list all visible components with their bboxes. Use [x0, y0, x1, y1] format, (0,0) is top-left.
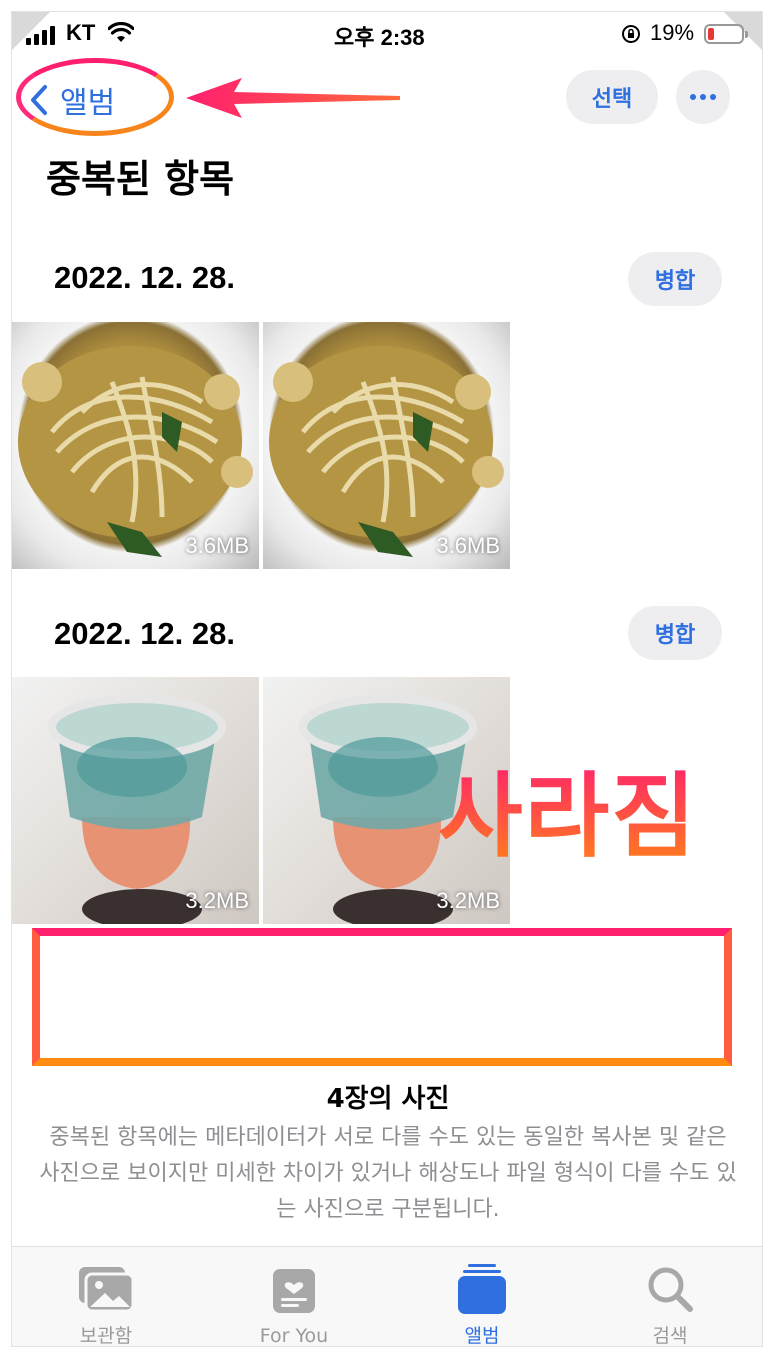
annotation-arrow [186, 78, 400, 118]
cellular-signal-icon [26, 26, 55, 45]
merge-button[interactable]: 병합 [628, 606, 722, 660]
tab-library[interactable]: 보관함 [12, 1247, 200, 1347]
photo-count: 4장의 사진 [326, 1084, 450, 1114]
battery-icon [704, 24, 748, 44]
photo-thumbnail[interactable]: 3.6MB [12, 322, 259, 569]
battery-fill [708, 28, 714, 40]
wifi-icon [108, 22, 134, 42]
phone-screen: KT 오후 2:38 19% 앨범 선택 중복된 항목 2022. 12. 28… [11, 11, 763, 1347]
select-button[interactable]: 선택 [566, 70, 658, 124]
group-date: 2022. 12. 28. [54, 616, 235, 651]
page-title: 중복된 항목 [46, 157, 235, 201]
noodle-image [269, 346, 504, 557]
more-options-button[interactable] [676, 70, 730, 124]
tab-label: 검색 [652, 1325, 688, 1347]
tab-albums[interactable]: 앨범 [388, 1247, 576, 1347]
tab-label: For You [259, 1325, 329, 1347]
photo-library-icon [79, 1267, 135, 1313]
noodle-image [18, 346, 253, 557]
duplicates-description: 중복된 항목에는 메타데이터가 서로 다를 수도 있는 동일한 복사본 및 같은… [39, 1125, 737, 1222]
annotation-box [32, 928, 732, 1066]
clock-time: 오후 2:38 [334, 25, 425, 50]
file-size-label: 3.6MB [436, 533, 500, 558]
file-size-label: 3.2MB [436, 888, 500, 913]
for-you-icon [273, 1269, 315, 1313]
file-size-label: 3.6MB [185, 533, 249, 558]
merge-button[interactable]: 병합 [628, 252, 722, 306]
search-icon [648, 1267, 693, 1312]
albums-icon [458, 1264, 506, 1314]
rotation-lock-icon [622, 25, 640, 43]
annotation-text: 사라짐 [438, 742, 698, 875]
photo-thumbnail[interactable]: 3.6MB [263, 322, 510, 569]
tab-label: 보관함 [79, 1325, 133, 1347]
back-label: 앨범 [60, 86, 116, 121]
drink-image [48, 695, 226, 924]
status-bar: KT 오후 2:38 19% [12, 12, 762, 56]
battery-percent: 19% [650, 20, 695, 45]
tab-bar: 보관함 For You 앨범 검색 [12, 1246, 762, 1347]
carrier-label: KT [66, 20, 96, 45]
tab-search[interactable]: 검색 [576, 1247, 762, 1347]
group-date: 2022. 12. 28. [54, 260, 235, 295]
tab-for-you[interactable]: For You [200, 1247, 388, 1347]
chevron-left-icon [31, 85, 47, 115]
ellipsis-icon [690, 94, 696, 100]
back-button[interactable]: 앨범 [30, 78, 115, 122]
photo-thumbnail[interactable]: 3.2MB [12, 677, 259, 924]
file-size-label: 3.2MB [185, 888, 249, 913]
tab-label: 앨범 [464, 1325, 500, 1347]
